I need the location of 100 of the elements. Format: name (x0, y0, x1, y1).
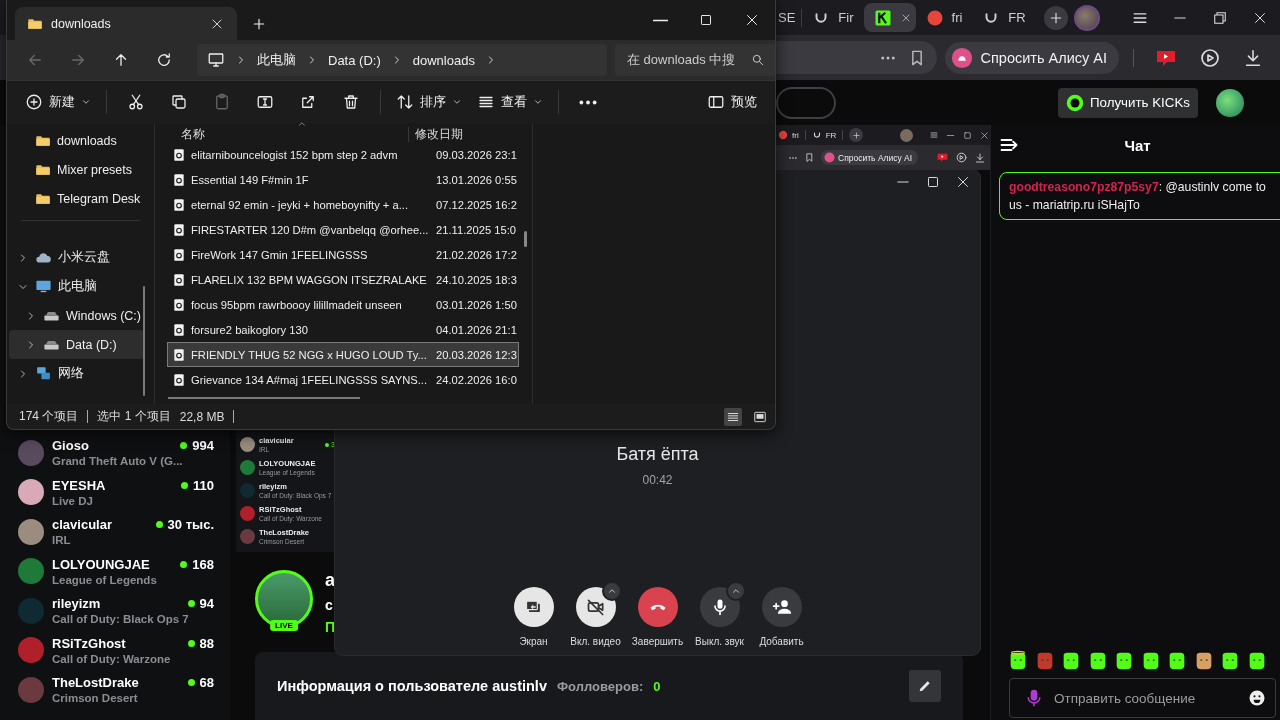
video-icon (936, 151, 949, 164)
live-dot (187, 600, 195, 608)
viewer-count: 30 тыс. (167, 517, 214, 533)
file-row[interactable]: Grievance 134 A#maj 1FEELINGSSS SAYNS... 24.02.2026 16:0 (167, 367, 519, 392)
call-control-button[interactable]: Завершить (629, 587, 686, 647)
call-control-button[interactable]: Экран (505, 587, 562, 647)
live-dot (181, 481, 188, 489)
file-row[interactable]: FLARELIX 132 BPM WAGGON ITSEZRALAKE 24.10.2025 18:3 (167, 267, 519, 292)
file-name: FLARELIX 132 BPM WAGGON ITSEZRALAKE (191, 273, 427, 286)
file-row[interactable]: elitarnibouncelogist 152 bpm step 2 advm 09.03.2026 23:1 (167, 142, 519, 167)
scissors-icon (127, 93, 145, 111)
channel-name[interactable]: LOLYOUNGJAE (52, 556, 150, 572)
preview-button[interactable]: 预览 (703, 86, 761, 118)
breadcrumb-item[interactable]: Data (D:) (328, 52, 381, 68)
browser-tab[interactable] (863, 3, 916, 32)
call-control-button[interactable]: Добавить (753, 587, 810, 647)
link[interactable]: П (325, 619, 336, 635)
file-name: forsure2 baikoglory 130 (191, 323, 308, 336)
menu-toggle[interactable] (725, 581, 746, 601)
new-tab-button[interactable] (1043, 5, 1068, 30)
view-button[interactable]: 查看 (473, 86, 547, 118)
category-name: Call of Duty: Warzone (52, 652, 172, 665)
tree-item[interactable]: 小米云盘 (9, 243, 144, 272)
breadcrumb-item[interactable]: downloads (412, 52, 475, 68)
column-header[interactable]: 名称 (155, 127, 409, 142)
item-count: 174 个项目 (19, 408, 79, 425)
date-cell-text: 21.02.2026 17:2 (435, 248, 517, 261)
profile-avatar[interactable] (1074, 4, 1100, 31)
menu-toggle[interactable] (601, 581, 622, 601)
sidebar-item[interactable]: Telegram Desk (9, 184, 144, 213)
channel-name[interactable]: RSiTzGhost (52, 635, 126, 651)
scrollbar[interactable] (143, 286, 145, 396)
message-input[interactable]: Отправить сообщение (1009, 678, 1276, 718)
search-field[interactable]: 在 downloads 中搜 (615, 44, 775, 76)
microphone-icon[interactable] (1024, 688, 1044, 708)
window-tab[interactable]: downloads (15, 7, 237, 40)
file-name: FIRESTARTER 120 D#m @vanbelqq @orhee... (191, 223, 429, 236)
live-badge: LIVE (270, 620, 298, 631)
emoji-icon[interactable] (1247, 688, 1267, 708)
scrollbar[interactable] (168, 397, 360, 399)
channel-avatar[interactable] (18, 518, 44, 545)
caller-name: Батя ёпта (616, 444, 699, 465)
date-cell-text: 04.01.2026 21:1 (435, 323, 517, 336)
tree-item[interactable]: 此电脑 (9, 272, 144, 301)
file-row[interactable]: FRIENDLY THUG 52 NGG x HUGO LOUD Ty... 20.03.2026 12:3 (167, 342, 519, 367)
file-row[interactable]: forsure2 baikoglory 130 04.01.2026 21:1 (167, 317, 519, 342)
tiles-icon (753, 409, 767, 424)
address-field[interactable] (776, 41, 937, 74)
assistant-button[interactable]: Спросить Алису AI (944, 41, 1119, 74)
tree-item[interactable]: Windows (C:) (9, 301, 144, 330)
file-name: FireWork 147 Gmin 1FEELINGSSS (191, 248, 368, 261)
caret-icon (730, 586, 741, 596)
live-dot (187, 639, 195, 647)
breadcrumb-item[interactable]: 此电脑 (257, 51, 296, 69)
channel-name[interactable]: clavicular (52, 517, 112, 533)
channel-name[interactable]: TheLostDrake (52, 675, 139, 691)
file-icon (172, 197, 186, 212)
details-view-button[interactable] (724, 407, 742, 426)
file-row[interactable]: focus 95bpm rawrboooy lilillmadeit unseen 03.01.2026 1:50 (167, 292, 519, 317)
camera-off-icon (585, 597, 606, 617)
sidebar-item[interactable]: Mixer presets (9, 155, 144, 184)
date-cell-text: 03.01.2026 1:50 (435, 298, 517, 311)
tree-item[interactable]: Data (D:) (9, 330, 144, 359)
live-dot (180, 442, 188, 450)
caret-icon (606, 586, 617, 596)
scrollbar[interactable] (524, 231, 527, 247)
sidebar-item[interactable]: downloads (9, 126, 144, 155)
user-avatar[interactable] (1216, 88, 1244, 117)
edit-button[interactable] (909, 670, 941, 702)
date-cell-text: 20.03.2026 12:3 (435, 348, 517, 361)
file-row[interactable]: FIRESTARTER 120 D#m @vanbelqq @orhee... 21.11.2025 15:0 (167, 217, 519, 242)
file-row[interactable]: FireWork 147 Gmin 1FEELINGSSS 21.02.2026 17:2 (167, 242, 519, 267)
category-name: League of Legends (52, 573, 158, 586)
channel-name[interactable]: rileyizm (52, 596, 101, 612)
channel-name[interactable]: Gioso (52, 438, 89, 454)
close-icon (979, 129, 990, 141)
file-row[interactable]: Essential 149 F#min 1F 13.01.2026 0:55 (167, 167, 519, 192)
file-name: elitarnibouncelogist 152 bpm step 2 advm (191, 148, 398, 161)
sort-icon (396, 93, 414, 111)
new-tab-button[interactable] (251, 16, 267, 32)
tree-item[interactable]: 网络 (9, 359, 144, 388)
category-name: Crimson Desert (52, 692, 139, 705)
sort-button[interactable]: 排序 (392, 86, 466, 118)
new-button[interactable]: 新建 (21, 86, 95, 118)
browser-tab[interactable]: FR (972, 3, 1036, 32)
browser-tab[interactable]: Fir (802, 3, 864, 32)
call-control-button[interactable]: Выкл. звук (691, 587, 748, 647)
get-kicks-button[interactable]: Получить KICKs (1057, 87, 1198, 118)
channel-avatar[interactable] (18, 479, 44, 506)
column-header[interactable]: 修改日期 (409, 127, 463, 142)
download-icon (974, 151, 986, 164)
browser-tab[interactable]: fri (915, 3, 973, 32)
share-icon (299, 93, 317, 111)
address-bar[interactable]: 此电脑 Data (D:) downloads (197, 44, 607, 76)
add-person-icon (771, 597, 792, 617)
channel-name[interactable]: EYESHA (52, 477, 106, 493)
pc-icon (35, 278, 52, 295)
panel-icon (707, 93, 725, 111)
file-row[interactable]: eternal 92 emin - jeyki + homeboynifty + a... 07.12.2025 16:2 (167, 192, 519, 217)
call-control-button[interactable]: Вкл. видео (567, 587, 624, 647)
